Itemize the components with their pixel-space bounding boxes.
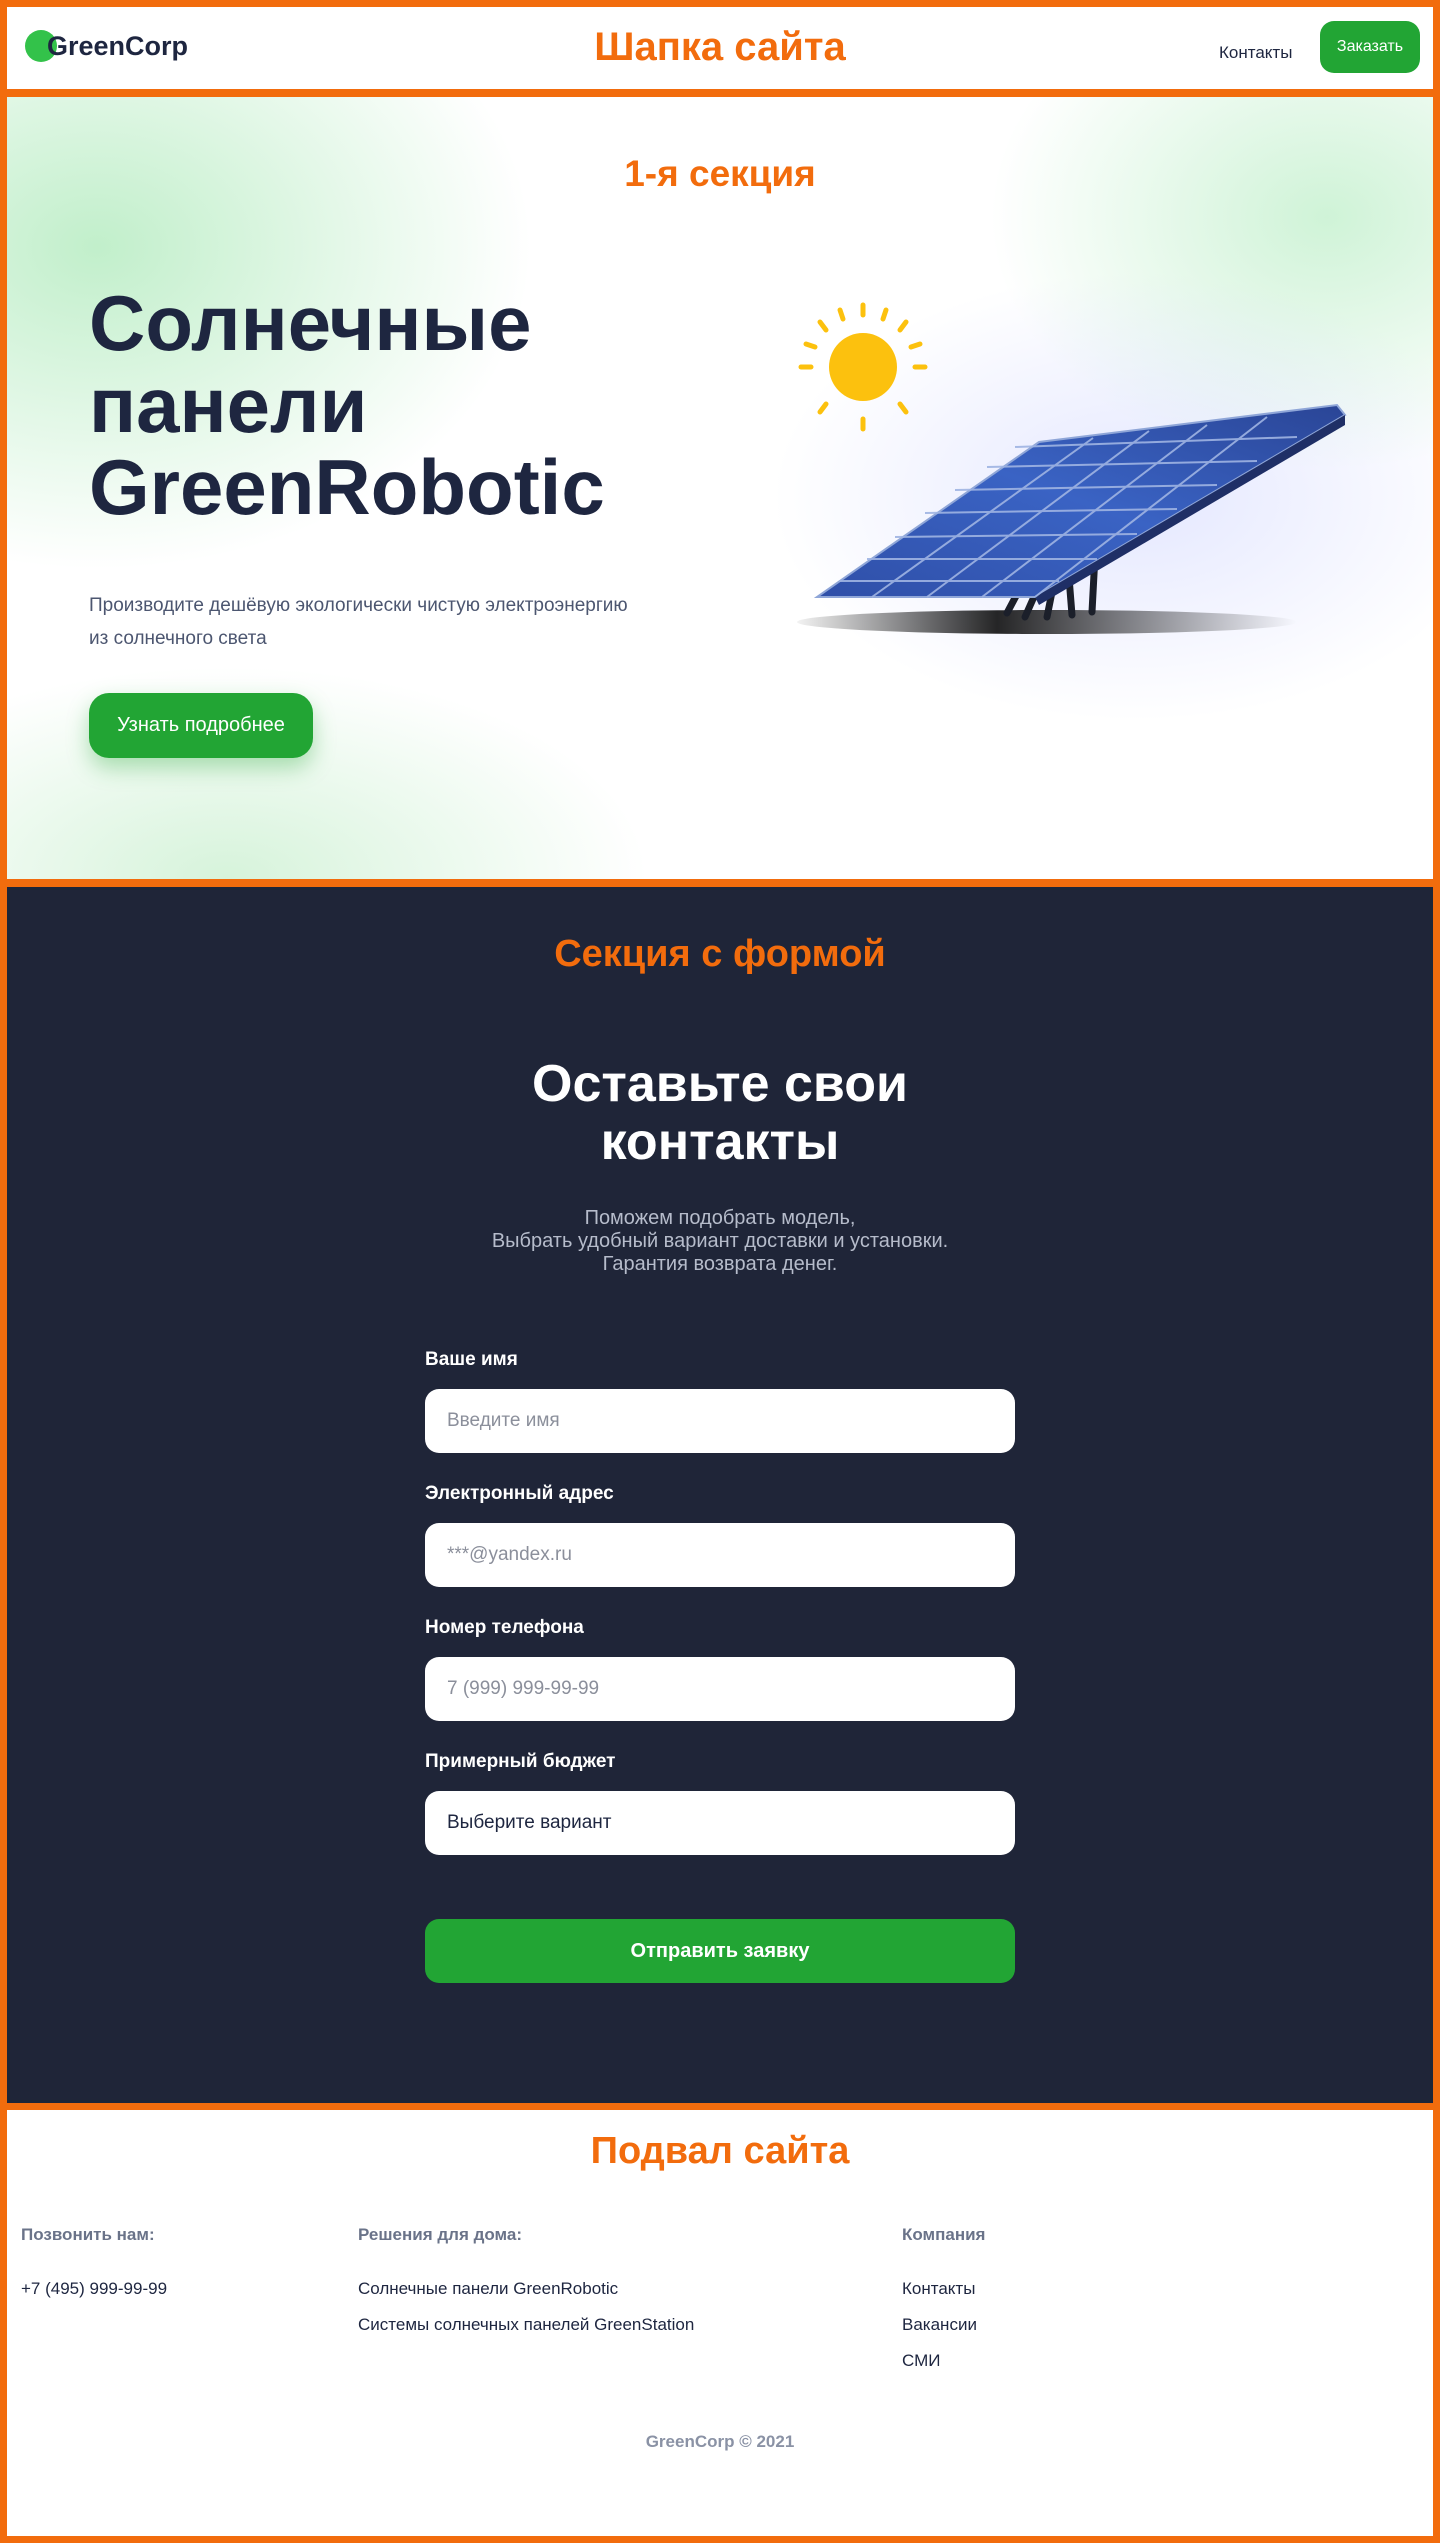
sun-icon: [798, 302, 928, 432]
footer-company-title: Компания: [902, 2225, 986, 2244]
form-title-line: Оставьте свои: [532, 1055, 908, 1113]
name-label: Ваше имя: [425, 1349, 518, 1370]
learn-more-button[interactable]: Узнать подробнее: [89, 693, 313, 758]
hero-subtitle-line: Производите дешёвую экологически чистую …: [89, 595, 628, 616]
hero-title-line: панели: [89, 361, 368, 449]
hero-subtitle: Производите дешёвую экологически чистую …: [89, 589, 689, 655]
form-subtitle: Поможем подобрать модель, Выбрать удобны…: [7, 1207, 1433, 1276]
logo-text: GreenCorp: [47, 30, 189, 61]
hero-title: Солнечные панели GreenRobotic: [89, 282, 729, 528]
order-button[interactable]: Заказать: [1320, 21, 1420, 73]
form-subtitle-line: Поможем подобрать модель,: [584, 1207, 856, 1229]
contact-form-section: Секция с формой Оставьте свои контакты П…: [0, 880, 1440, 2110]
footer-copyright: GreenCorp © 2021: [645, 2432, 795, 2451]
solar-panel-illustration: [797, 302, 1347, 634]
site-header: Шапка сайта GreenCorp Контакты Заказать: [0, 0, 1440, 96]
footer-link-vacancies[interactable]: Вакансии: [902, 2315, 977, 2335]
phone-input[interactable]: [425, 1657, 1015, 1721]
budget-select-value: Выберите вариант: [447, 1812, 612, 1833]
phone-label: Номер телефона: [425, 1617, 584, 1638]
footer-link-media[interactable]: СМИ: [902, 2351, 940, 2371]
email-input[interactable]: [425, 1523, 1015, 1587]
email-label: Электронный адрес: [425, 1483, 614, 1504]
budget-select[interactable]: Выберите вариант: [425, 1791, 1015, 1855]
hero-title-line: Солнечные: [89, 279, 532, 367]
form-subtitle-line: Гарантия возврата денег.: [602, 1253, 838, 1275]
form-section-label: Секция с формой: [554, 933, 886, 975]
footer-call-title: Позвонить нам:: [21, 2225, 155, 2244]
form-subtitle-line: Выбрать удобный вариант доставки и устан…: [491, 1230, 949, 1252]
footer-section-label: Подвал сайта: [590, 2130, 850, 2172]
site-footer: Подвал сайта Позвонить нам: +7 (495) 999…: [0, 2103, 1440, 2543]
nav-link-contacts[interactable]: Контакты: [1219, 43, 1292, 63]
hero-subtitle-line: из солнечного света: [89, 628, 267, 649]
footer-link-greenstation[interactable]: Системы солнечных панелей GreenStation: [358, 2315, 694, 2335]
name-input[interactable]: [425, 1389, 1015, 1453]
footer-home-title: Решения для дома:: [358, 2225, 523, 2244]
hero-title-line: GreenRobotic: [89, 443, 605, 531]
footer-link-greenrobotic[interactable]: Солнечные панели GreenRobotic: [358, 2279, 618, 2299]
footer-phone-link[interactable]: +7 (495) 999-99-99: [21, 2279, 167, 2299]
submit-button[interactable]: Отправить заявку: [425, 1919, 1015, 1983]
form-title: Оставьте свои контакты: [7, 1055, 1433, 1171]
hero-section: 1-я секция Солнечные панели GreenRobotic…: [0, 90, 1440, 886]
hero-section-label: 1-я секция: [624, 153, 816, 194]
form-title-line: контакты: [600, 1113, 840, 1171]
footer-link-contacts[interactable]: Контакты: [902, 2279, 975, 2299]
logo[interactable]: GreenCorp: [25, 30, 188, 62]
budget-label: Примерный бюджет: [425, 1751, 616, 1772]
